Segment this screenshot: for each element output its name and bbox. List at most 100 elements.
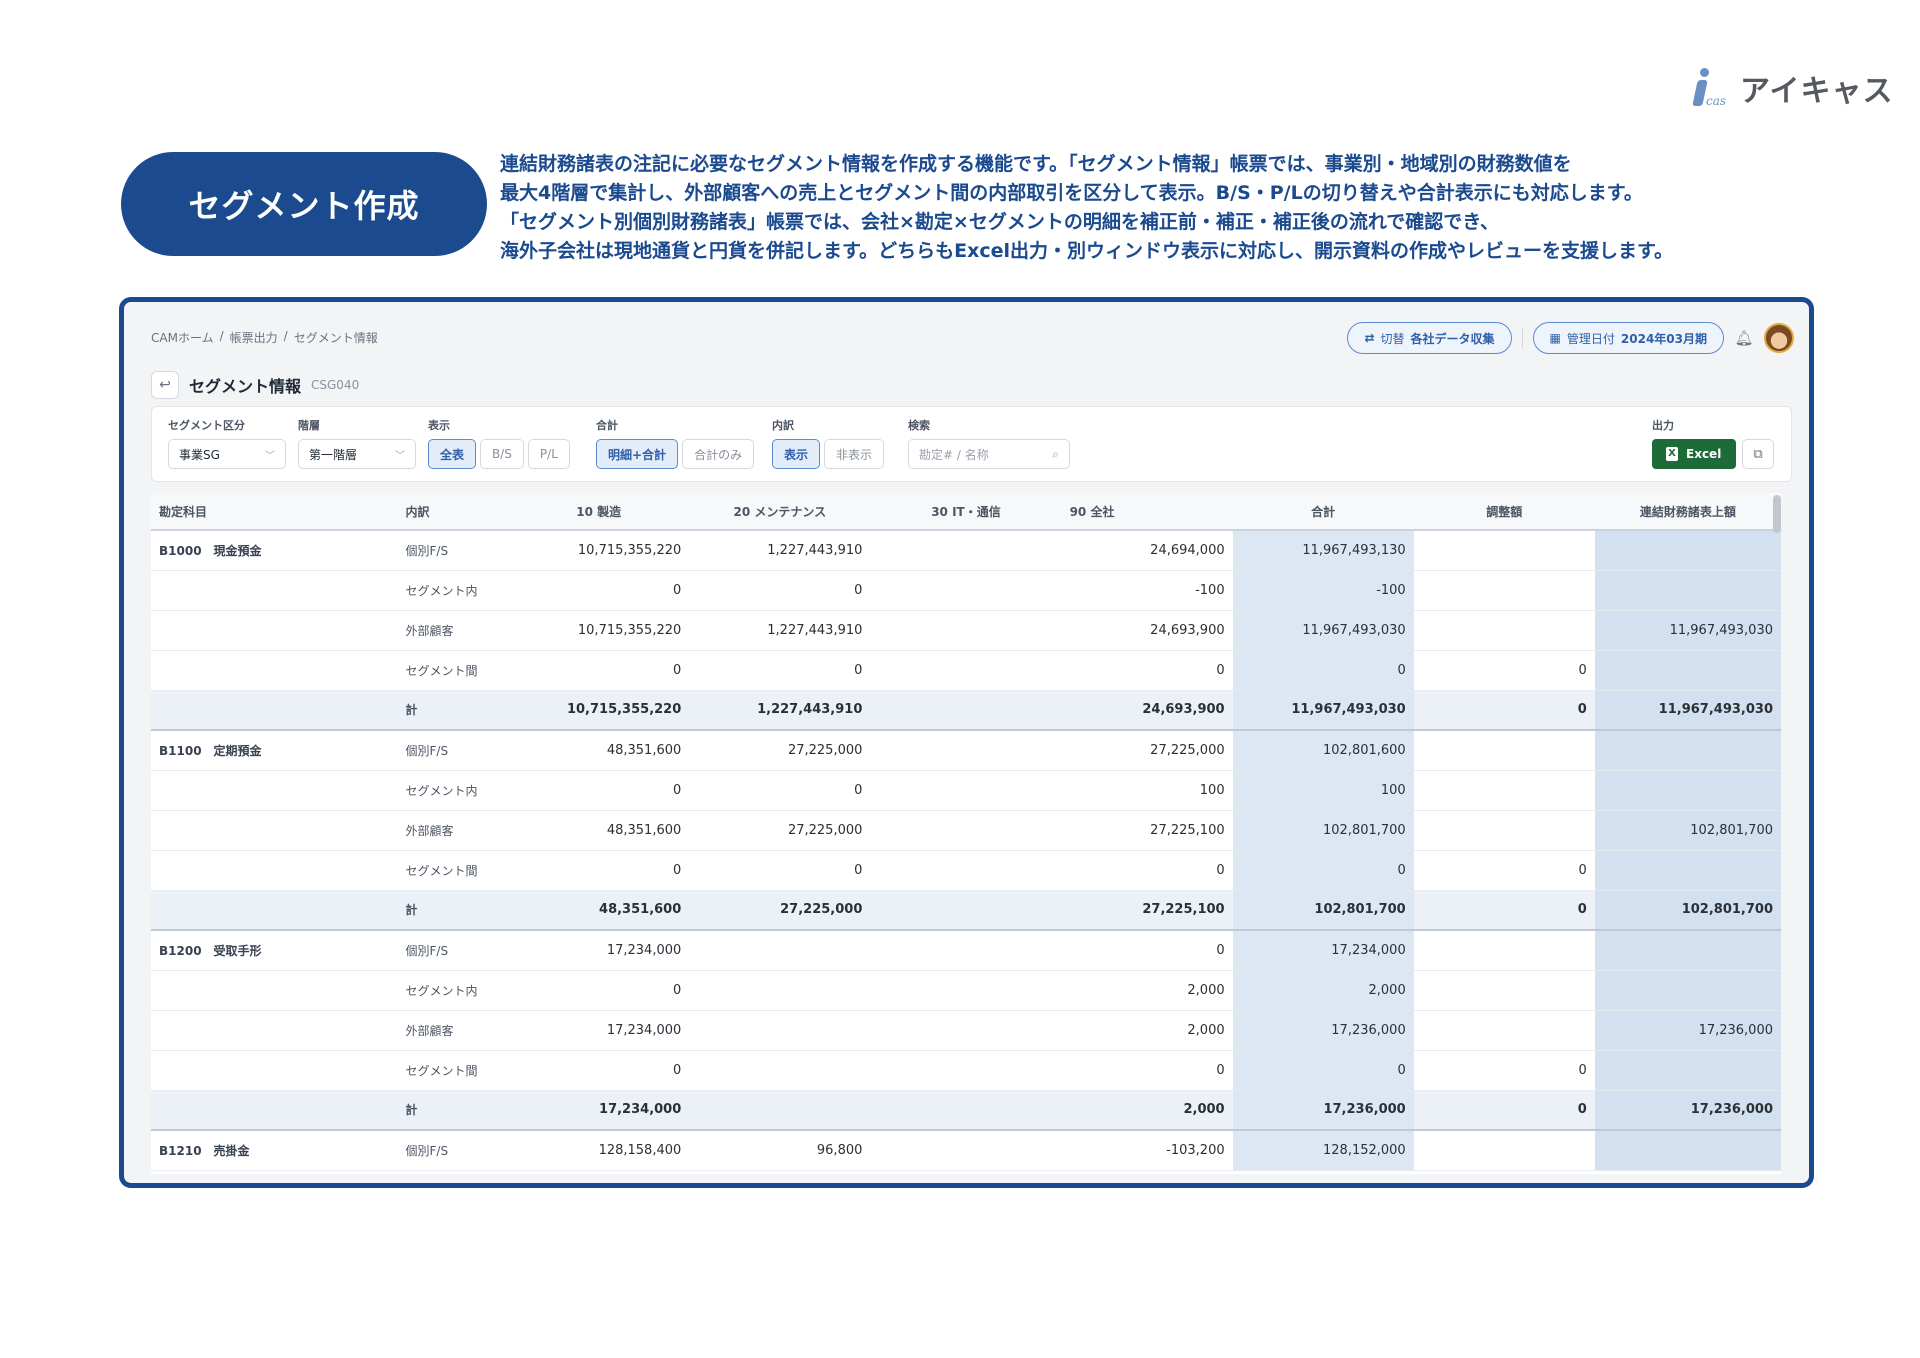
- value-cell: 17,234,000: [1232, 930, 1414, 971]
- account-cell: [151, 890, 398, 931]
- value-cell: 24,693,900: [1061, 610, 1233, 651]
- col-seg-90[interactable]: 90 全社: [1061, 493, 1233, 531]
- value-cell: [870, 970, 1062, 1011]
- switch-button[interactable]: ⇄ 切替 各社データ収集: [1347, 322, 1512, 354]
- value-cell: 102,801,700: [1594, 810, 1781, 851]
- display-bs-button[interactable]: B/S: [480, 439, 524, 469]
- value-cell: 0: [1232, 650, 1414, 691]
- account-cell: [151, 570, 398, 611]
- value-cell: 17,236,000: [1594, 1090, 1781, 1131]
- value-cell: 0: [1232, 1050, 1414, 1091]
- value-cell: 1,227,443,910: [689, 610, 871, 651]
- value-cell: [870, 930, 1062, 971]
- segment-type-value: 事業SG: [179, 447, 220, 462]
- value-cell: 100: [1061, 770, 1233, 811]
- value-cell: 128,158,400: [508, 1130, 690, 1171]
- col-seg-30[interactable]: 30 IT・通信: [870, 493, 1062, 531]
- level-select[interactable]: 第一階層 ﹀: [298, 439, 416, 469]
- output-label: 出力: [1652, 419, 1674, 432]
- value-cell: [1413, 930, 1595, 971]
- switch-arrows-icon: ⇄: [1364, 331, 1375, 345]
- total-toggle: 明細+合計 合計のみ: [596, 439, 755, 469]
- calendar-icon: ▦: [1549, 331, 1561, 345]
- account-cell: [151, 650, 398, 691]
- value-cell: [1594, 930, 1781, 971]
- value-cell: [1413, 1130, 1595, 1171]
- col-account[interactable]: 勘定科目: [151, 493, 398, 531]
- value-cell: [870, 770, 1062, 811]
- value-cell: 102,801,600: [1232, 730, 1414, 771]
- col-total[interactable]: 合計: [1232, 493, 1414, 531]
- breakdown-hide-button[interactable]: 非表示: [824, 439, 885, 469]
- value-cell: [1413, 970, 1595, 1011]
- description-line: 連結財務諸表の注記に必要なセグメント情報を作成する機能です。「セグメント情報」帳…: [500, 153, 1572, 175]
- value-cell: [1413, 610, 1595, 651]
- date-value: 2024年03月期: [1620, 331, 1707, 346]
- col-consolidated[interactable]: 連結財務諸表上額: [1594, 493, 1781, 531]
- value-cell: [1594, 850, 1781, 891]
- value-cell: 0: [1061, 930, 1233, 971]
- brand-name: アイキャス: [1740, 74, 1894, 109]
- breakdown-show-button[interactable]: 表示: [772, 439, 821, 469]
- col-seg-10[interactable]: 10 製造: [508, 493, 690, 531]
- back-button[interactable]: ↩: [151, 371, 179, 399]
- value-cell: [1413, 770, 1595, 811]
- value-cell: 0: [1061, 1050, 1233, 1091]
- segment-type-select[interactable]: 事業SG ﹀: [168, 439, 286, 469]
- account-cell: [151, 770, 398, 811]
- excel-label: Excel: [1686, 447, 1722, 461]
- value-cell: 0: [1413, 850, 1595, 891]
- value-cell: 0: [689, 770, 871, 811]
- breakdown-cell: セグメント間: [397, 1050, 509, 1091]
- account-cell: B1210 売掛金: [151, 1130, 398, 1171]
- value-cell: 48,351,600: [508, 890, 690, 931]
- breadcrumb-home[interactable]: CAMホーム: [151, 329, 214, 346]
- value-cell: 11,967,493,030: [1232, 690, 1414, 731]
- description-line: 最大4階層で集計し、外部顧客への売上とセグメント間の内部取引を区分して表示。B/…: [500, 182, 1643, 204]
- value-cell: [1413, 810, 1595, 851]
- value-cell: 2,000: [1232, 970, 1414, 1011]
- value-cell: [870, 730, 1062, 771]
- col-breakdown[interactable]: 内訳: [397, 493, 509, 531]
- breadcrumb: CAMホーム / 帳票出力 / セグメント情報: [151, 329, 378, 346]
- value-cell: 0: [1413, 650, 1595, 691]
- value-cell: 100: [1232, 770, 1414, 811]
- value-cell: 48,351,600: [508, 730, 690, 771]
- display-group: 表示 全表 B/S P/L: [428, 417, 570, 469]
- search-input[interactable]: 勘定# / 名称 ⌕: [908, 439, 1070, 469]
- breakdown-cell: 外部顧客: [397, 810, 509, 851]
- vertical-scrollbar[interactable]: [1773, 495, 1781, 533]
- table-row: B1210 売掛金 個別F/S 128,158,400 96,800 -103,200 1…: [151, 1130, 1781, 1171]
- display-all-button[interactable]: 全表: [428, 439, 477, 469]
- breakdown-cell: 計: [397, 690, 509, 731]
- total-only-button[interactable]: 合計のみ: [682, 439, 755, 469]
- value-cell: 11,967,493,130: [1232, 530, 1414, 571]
- value-cell: 0: [508, 770, 690, 811]
- description-line: 海外子会社は現地通貨と円貨を併記します。どちらもExcel出力・別ウィンドウ表示…: [500, 240, 1674, 262]
- detail-total-button[interactable]: 明細+合計: [596, 439, 679, 469]
- table-header-row: 勘定科目 内訳 10 製造 20 メンテナンス 30 IT・通信 90 全社 合…: [151, 493, 1781, 531]
- table-row: セグメント内 0 0 100 100: [151, 770, 1781, 811]
- account-cell: [151, 850, 398, 891]
- switch-label: 切替: [1380, 331, 1405, 346]
- col-seg-20[interactable]: 20 メンテナンス: [689, 493, 871, 531]
- bell-icon[interactable]: 🔔︎: [1734, 328, 1754, 348]
- level-label: 階層: [298, 419, 320, 432]
- open-external-icon[interactable]: ⧉: [1742, 439, 1774, 469]
- breadcrumb-separator: /: [283, 328, 288, 343]
- value-cell: 27,225,100: [1061, 890, 1233, 931]
- chevron-down-icon: ﹀: [265, 450, 275, 462]
- breadcrumb-reports[interactable]: 帳票出力: [230, 329, 278, 346]
- value-cell: [1413, 570, 1595, 611]
- value-cell: 2,000: [1061, 1010, 1233, 1051]
- value-cell: 0: [508, 570, 690, 611]
- col-adjustment[interactable]: 調整額: [1413, 493, 1595, 531]
- excel-export-button[interactable]: X Excel: [1652, 439, 1736, 469]
- avatar[interactable]: [1764, 323, 1794, 353]
- value-cell: 0: [1413, 890, 1595, 931]
- icas-logo-icon: cas: [1690, 66, 1734, 110]
- value-cell: [1594, 730, 1781, 771]
- value-cell: 27,225,000: [1061, 730, 1233, 771]
- management-date-button[interactable]: ▦ 管理日付 2024年03月期: [1532, 322, 1724, 354]
- display-pl-button[interactable]: P/L: [527, 439, 570, 469]
